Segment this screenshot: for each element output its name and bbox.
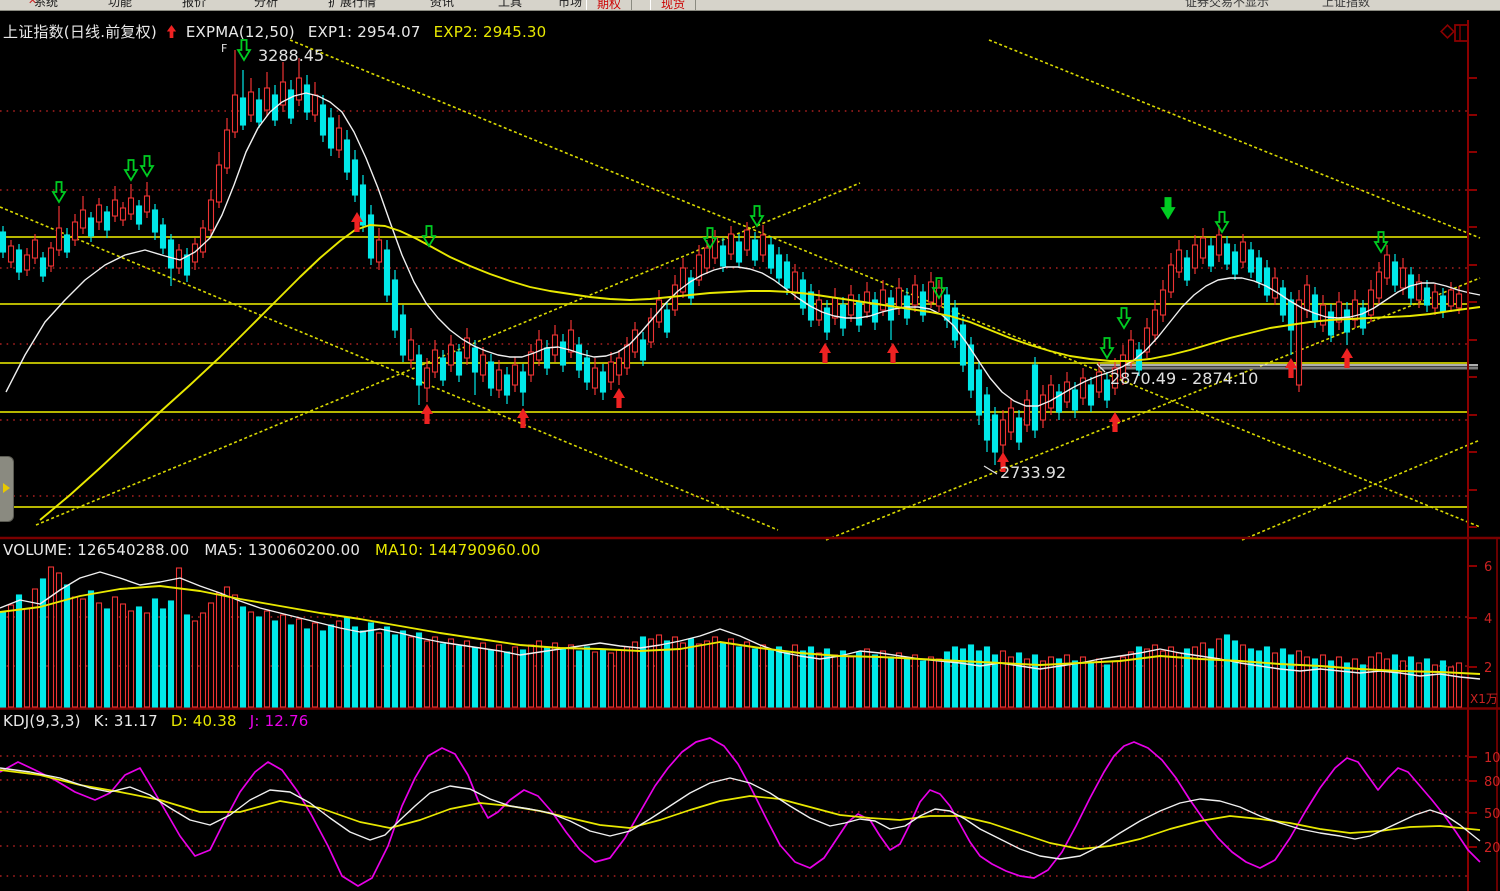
kdj-axis: 100 80 50 20 bbox=[1468, 751, 1500, 856]
svg-text:2870.49 - 2874.10: 2870.49 - 2874.10 bbox=[1110, 369, 1258, 388]
kdj-d-line bbox=[0, 770, 1480, 849]
trading-terminal-window: ✕ 系统 功能 报价 分析 扩展行情 资讯 工具 市场 期权 现货 证券交易不显… bbox=[0, 0, 1500, 891]
exp2-value: EXP2: 2945.30 bbox=[434, 23, 547, 41]
volume-pane-header: VOLUME: 126540288.00 MA5: 130060200.00 M… bbox=[3, 541, 541, 559]
kdj-d-value: D: 40.38 bbox=[171, 712, 237, 730]
volume-bars[interactable] bbox=[1, 567, 1462, 707]
sidebar-expand-handle[interactable] bbox=[0, 456, 14, 522]
chart-canvas[interactable]: F 3288.45 2870.49 - 2874.10 2733.92 6 4 2 X1万 10… bbox=[0, 0, 1500, 891]
kdj-pane-header: KDJ(9,3,3) K: 31.17 D: 40.38 J: 12.76 bbox=[3, 712, 309, 730]
volume-ma10-value: MA10: 144790960.00 bbox=[375, 541, 540, 559]
kdj-indicator-name: KDJ(9,3,3) bbox=[3, 712, 81, 730]
up-arrow-icon bbox=[165, 24, 178, 39]
svg-text:4: 4 bbox=[1484, 612, 1492, 627]
svg-text:2: 2 bbox=[1484, 661, 1492, 676]
svg-text:2733.92: 2733.92 bbox=[1000, 463, 1066, 482]
expand-arrow-icon bbox=[3, 483, 10, 493]
candlesticks[interactable] bbox=[1, 50, 1462, 465]
svg-text:F: F bbox=[221, 42, 227, 55]
svg-text:20: 20 bbox=[1484, 841, 1500, 856]
volume-ma5-value: MA5: 130060200.00 bbox=[204, 541, 360, 559]
volume-value: VOLUME: 126540288.00 bbox=[3, 541, 189, 559]
svg-text:100: 100 bbox=[1484, 751, 1500, 766]
trendlines bbox=[0, 40, 1480, 540]
svg-text:X1万: X1万 bbox=[1470, 692, 1498, 706]
kdj-k-value: K: 31.17 bbox=[94, 712, 158, 730]
svg-text:3288.45: 3288.45 bbox=[258, 46, 324, 65]
svg-text:6: 6 bbox=[1484, 560, 1492, 575]
kdj-gridlines bbox=[0, 756, 1468, 876]
svg-text:50: 50 bbox=[1484, 807, 1500, 822]
volume-axis: 6 4 2 X1万 bbox=[1468, 560, 1498, 706]
main-chart-header: 上证指数(日线.前复权) EXPMA(12,50) EXP1: 2954.07 … bbox=[3, 21, 546, 42]
exp1-value: EXP1: 2954.07 bbox=[308, 23, 421, 41]
indicator-name: EXPMA(12,50) bbox=[186, 23, 295, 41]
diamond-icon bbox=[1441, 25, 1454, 38]
kdj-j-value: J: 12.76 bbox=[250, 712, 309, 730]
restore-window-icon bbox=[1455, 25, 1468, 41]
corner-icons[interactable] bbox=[1441, 25, 1468, 41]
svg-text:80: 80 bbox=[1484, 775, 1500, 790]
chart-title: 上证指数(日线.前复权) bbox=[3, 23, 157, 41]
